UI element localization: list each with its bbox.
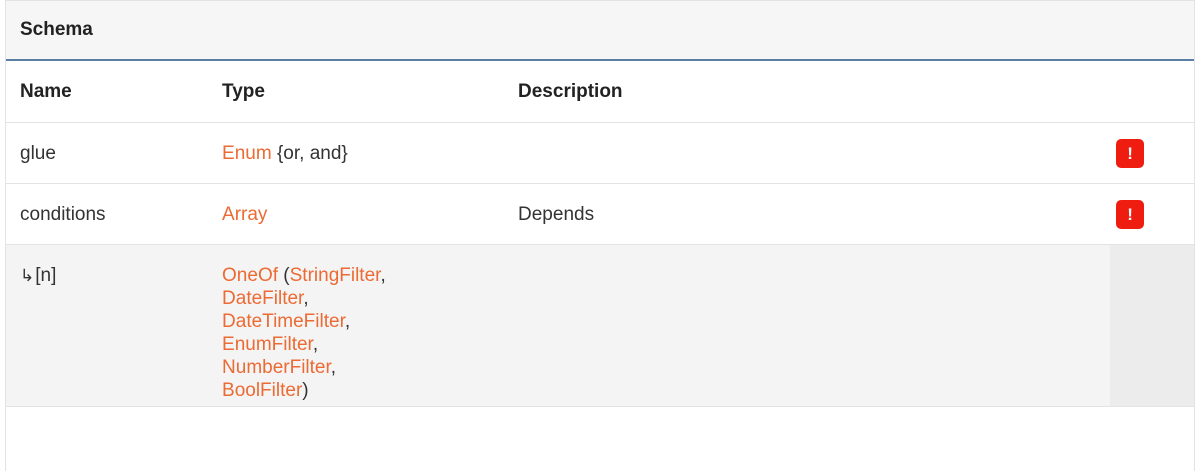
column-header-flag bbox=[1110, 61, 1194, 123]
cell-flag: ! bbox=[1110, 122, 1194, 184]
type-paren-close: ) bbox=[302, 380, 309, 401]
required-badge: ! bbox=[1116, 199, 1145, 229]
type-link-boolfilter[interactable]: BoolFilter bbox=[222, 380, 302, 401]
cell-type: Array bbox=[208, 183, 505, 245]
type-separator: , bbox=[303, 288, 309, 309]
type-link-array[interactable]: Array bbox=[222, 204, 267, 225]
schema-header: Schema bbox=[6, 1, 1194, 61]
cell-name: glue bbox=[6, 122, 209, 184]
table-row-conditions: conditions Array Depends ! bbox=[6, 183, 1194, 245]
type-separator: , bbox=[380, 265, 386, 286]
type-link-oneof[interactable]: OneOf bbox=[222, 265, 278, 286]
field-name: conditions bbox=[20, 203, 106, 225]
type-link-enumfilter[interactable]: EnumFilter bbox=[222, 334, 313, 355]
type-separator: , bbox=[330, 357, 337, 378]
column-header-description: Description bbox=[504, 61, 1111, 123]
schema-table: Name Type Description glue Enum {or, and… bbox=[6, 61, 1194, 407]
field-name: glue bbox=[20, 142, 56, 164]
type-link-datefilter[interactable]: DateFilter bbox=[222, 288, 303, 309]
type-paren-open: ( bbox=[278, 265, 290, 286]
schema-title: Schema bbox=[20, 19, 93, 40]
type-link-enum[interactable]: Enum bbox=[222, 143, 272, 164]
cell-name: conditions bbox=[6, 183, 209, 245]
cell-type: Enum {or, and} bbox=[208, 122, 505, 184]
column-header-type: Type bbox=[208, 61, 505, 123]
cell-description bbox=[504, 122, 1111, 184]
type-link-numberfilter[interactable]: NumberFilter bbox=[222, 357, 331, 378]
cell-flag bbox=[1110, 244, 1194, 407]
schema-panel: Schema Name Type Description glue Enum {… bbox=[5, 0, 1195, 471]
required-badge: ! bbox=[1116, 138, 1145, 168]
type-enum-values: {or, and} bbox=[271, 142, 348, 164]
table-row-glue: glue Enum {or, and} ! bbox=[6, 122, 1194, 184]
type-link-datetimefilter[interactable]: DateTimeFilter bbox=[222, 311, 345, 332]
cell-flag: ! bbox=[1110, 183, 1194, 245]
column-header-name: Name bbox=[6, 61, 209, 123]
cell-type: OneOf (StringFilter, DateFilter, DateTim… bbox=[208, 244, 505, 407]
type-separator: , bbox=[312, 334, 319, 355]
cell-description bbox=[504, 244, 1111, 407]
field-name: [n] bbox=[35, 265, 57, 286]
nested-arrow-icon: ↳ bbox=[20, 266, 35, 285]
type-link-stringfilter[interactable]: StringFilter bbox=[290, 265, 381, 286]
table-row-array-item: ↳[n] OneOf (StringFilter, DateFilter, Da… bbox=[6, 244, 1194, 407]
cell-name: ↳[n] bbox=[6, 244, 209, 407]
cell-description: Depends bbox=[504, 183, 1111, 245]
table-header-row: Name Type Description bbox=[6, 61, 1194, 123]
type-separator: , bbox=[344, 311, 351, 332]
